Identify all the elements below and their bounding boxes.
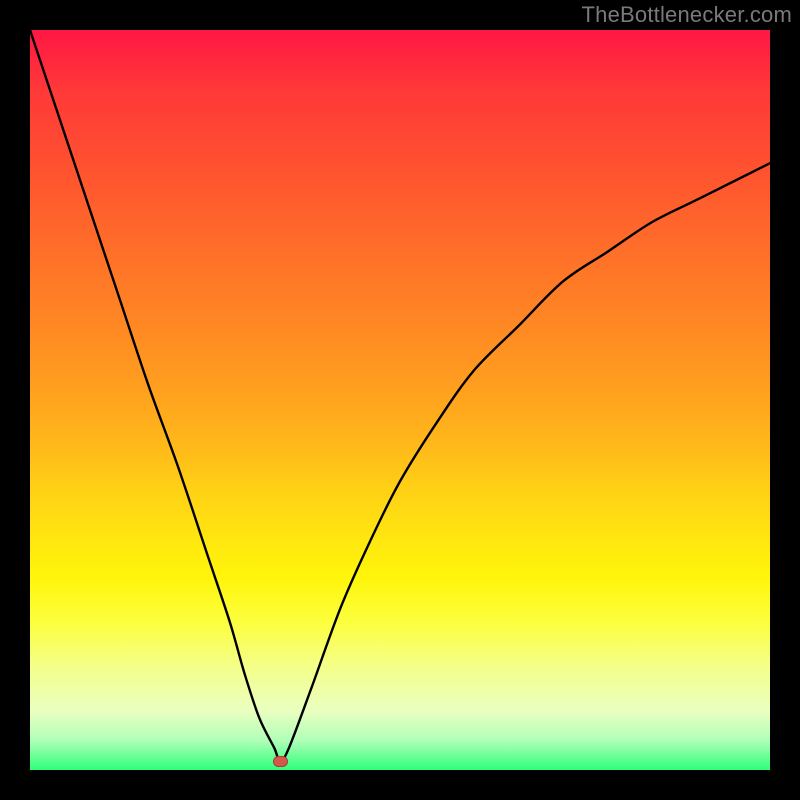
curve-path (30, 30, 770, 761)
attribution-text: TheBottlenecker.com (582, 2, 792, 28)
chart-frame: TheBottlenecker.com (0, 0, 800, 800)
optimal-point-marker (273, 756, 288, 767)
bottleneck-curve (30, 30, 770, 770)
plot-area (30, 30, 770, 770)
